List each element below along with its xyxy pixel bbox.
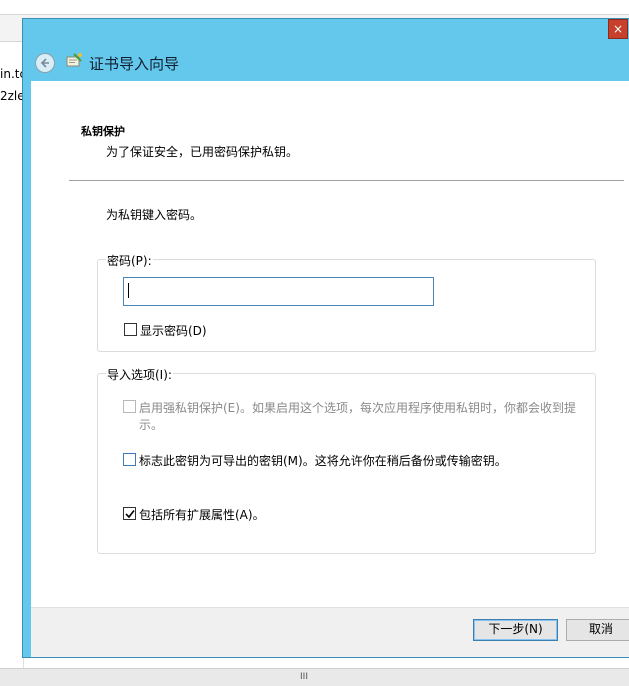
- background-window-top: [0, 0, 629, 14]
- strong-protection-label: 启用强私钥保护(E)。如果启用这个选项，每次应用程序使用私钥时，你都会收到提: [139, 401, 576, 415]
- background-content-strip: in.tc 2zle: [0, 42, 24, 668]
- back-button[interactable]: [35, 53, 55, 73]
- cancel-button[interactable]: 取消: [566, 619, 629, 641]
- section-description: 为了保证安全，已用密码保护私钥。: [106, 145, 299, 159]
- include-extended-properties-checkbox[interactable]: [123, 507, 136, 520]
- close-button[interactable]: ×: [608, 19, 628, 39]
- checkmark-icon: [125, 510, 135, 519]
- certificate-import-wizard-dialog: × 证书导入向导 私钥保护 为了保证安全，已用密码保护私钥。 为私钥键入密码。 …: [22, 18, 629, 658]
- dialog-title: 证书导入向导: [89, 55, 180, 73]
- strong-protection-label-continued: 示。: [139, 418, 164, 432]
- background-text-line: 2zle: [0, 89, 24, 103]
- import-options-group: 导入选项(I): 启用强私钥保护(E)。如果启用这个选项，每次应用程序使用私钥时…: [97, 366, 596, 554]
- background-text-line: in.tc: [0, 67, 24, 81]
- back-arrow-icon: [40, 58, 49, 68]
- background-horizontal-scrollbar[interactable]: III: [0, 668, 629, 686]
- password-group-legend: 密码(P):: [106, 252, 153, 269]
- section-title: 私钥保护: [81, 125, 125, 138]
- password-group: 密码(P): 显示密码(D): [97, 252, 596, 352]
- show-password-checkbox[interactable]: [124, 323, 137, 336]
- password-input[interactable]: [123, 277, 434, 306]
- text-caret: [128, 283, 129, 298]
- exportable-key-checkbox[interactable]: [123, 453, 136, 466]
- header-divider: [69, 180, 624, 181]
- certificate-wizard-icon: [66, 53, 82, 67]
- include-extended-properties-label[interactable]: 包括所有扩展属性(A)。: [139, 506, 265, 523]
- wizard-footer: 下一步(N) 取消: [31, 607, 629, 657]
- wizard-content-area: 私钥保护 为了保证安全，已用密码保护私钥。 为私钥键入密码。 密码(P): 显示…: [31, 81, 629, 607]
- instruction-text: 为私钥键入密码。: [106, 208, 203, 222]
- import-options-legend: 导入选项(I):: [106, 366, 173, 383]
- exportable-key-label[interactable]: 标志此密钥为可导出的密钥(M)。这将允许你在稍后备份或传输密钥。: [139, 452, 507, 469]
- show-password-label[interactable]: 显示密码(D): [140, 322, 207, 339]
- next-button[interactable]: 下一步(N): [473, 619, 558, 641]
- scrollbar-grip-icon[interactable]: III: [298, 672, 310, 682]
- strong-protection-checkbox[interactable]: [123, 400, 136, 413]
